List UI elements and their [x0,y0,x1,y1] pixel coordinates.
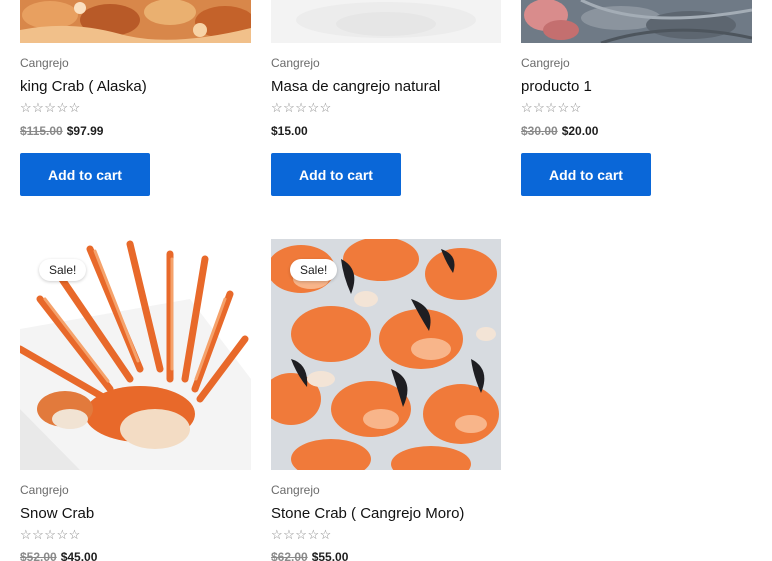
add-to-cart-button[interactable]: Add to cart [20,153,150,196]
product-price: $115.00 $97.99 [20,124,103,138]
product-category[interactable]: Cangrejo [521,56,570,70]
product-category[interactable]: Cangrejo [20,56,69,70]
sale-price: $45.00 [60,550,98,561]
old-price: $52.00 [20,550,57,561]
product-price: $30.00 $20.00 [521,124,598,138]
add-to-cart-button[interactable]: Add to cart [271,153,401,196]
product-title[interactable]: Stone Crab ( Cangrejo Moro) [271,505,464,522]
product-card-snow-crab: Sale! Cangrejo Snow Crab ☆☆☆☆☆ $52.00 $45… [20,239,251,561]
product-card-king-crab: Cangrejo king Crab ( Alaska) ☆☆☆☆☆ $115.… [20,0,251,200]
old-price: $30.00 [521,124,558,138]
product-title[interactable]: king Crab ( Alaska) [20,78,147,95]
product-category[interactable]: Cangrejo [20,483,69,497]
product-image-king-crab[interactable] [20,0,251,43]
product-image-producto-1[interactable] [521,0,752,43]
old-price: $62.00 [271,550,308,561]
rating-stars: ☆☆☆☆☆ [20,100,81,115]
product-category[interactable]: Cangrejo [271,483,320,497]
sale-badge: Sale! [39,259,87,281]
price: $15.00 [271,124,308,138]
product-price: $15.00 [271,124,308,138]
old-price: $115.00 [20,124,63,138]
product-card-masa-cangrejo: Cangrejo Masa de cangrejo natural ☆☆☆☆☆ … [271,0,502,200]
product-card-producto-1: Cangrejo producto 1 ☆☆☆☆☆ $30.00 $20.00 A… [521,0,752,200]
product-title[interactable]: producto 1 [521,78,592,95]
sale-price: $55.00 [311,550,349,561]
sale-badge: Sale! [290,259,338,281]
product-category[interactable]: Cangrejo [271,56,320,70]
rating-stars: ☆☆☆☆☆ [521,100,582,115]
sale-price: $97.99 [66,124,104,138]
product-card-stone-crab: Sale! Cangrejo Stone Crab ( Cangrejo Mor… [271,239,502,561]
rating-stars: ☆☆☆☆☆ [271,100,332,115]
rating-stars: ☆☆☆☆☆ [271,527,332,542]
rating-stars: ☆☆☆☆☆ [20,527,81,542]
product-price: $62.00 $55.00 [271,550,348,561]
sale-price: $20.00 [561,124,599,138]
product-title[interactable]: Snow Crab [20,505,94,522]
add-to-cart-button[interactable]: Add to cart [521,153,651,196]
product-image-masa-cangrejo[interactable] [271,0,501,43]
product-title[interactable]: Masa de cangrejo natural [271,78,440,95]
product-price: $52.00 $45.00 [20,550,97,561]
